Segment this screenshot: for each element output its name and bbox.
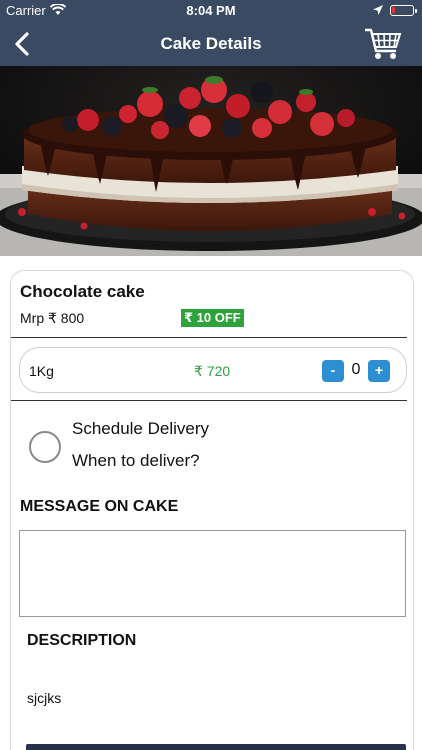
schedule-delivery-label: Schedule Delivery: [72, 419, 210, 438]
variant-row: 1Kg ₹ 720 - 0 +: [19, 347, 407, 393]
location-icon: [373, 5, 383, 15]
divider: [11, 400, 407, 401]
decrease-quantity-button[interactable]: -: [322, 360, 344, 382]
status-bar: Carrier 8:04 PM: [0, 0, 422, 22]
cake-image: [0, 66, 422, 256]
page-title: Cake Details: [160, 34, 262, 53]
discount-badge: ₹ 10 OFF: [181, 309, 244, 327]
status-time: 8:04 PM: [186, 3, 236, 18]
when-to-deliver-label: When to deliver?: [72, 451, 200, 470]
cart-icon: [365, 28, 402, 59]
variant-price: ₹ 720: [194, 363, 231, 379]
product-card: Chocolate cake Mrp ₹ 800 ₹ 10 OFF 1Kg ₹ …: [10, 270, 414, 750]
cart-button[interactable]: [363, 26, 403, 62]
description-heading: DESCRIPTION: [27, 632, 137, 649]
quantity-value: 0: [351, 361, 361, 378]
nav-bar: Cake Details: [0, 22, 422, 66]
variant-size: 1Kg: [29, 363, 54, 379]
increase-quantity-button[interactable]: +: [368, 360, 390, 382]
cake-message-input[interactable]: [19, 530, 406, 617]
schedule-delivery-radio[interactable]: [29, 431, 61, 463]
message-heading: MESSAGE ON CAKE: [20, 498, 179, 515]
divider: [11, 337, 407, 338]
description-text: sjcjks: [27, 690, 62, 706]
mrp-price: Mrp ₹ 800: [20, 310, 85, 326]
battery-icon: [390, 5, 417, 16]
bottom-action-bar[interactable]: [26, 744, 406, 750]
product-name: Chocolate cake: [20, 282, 145, 301]
